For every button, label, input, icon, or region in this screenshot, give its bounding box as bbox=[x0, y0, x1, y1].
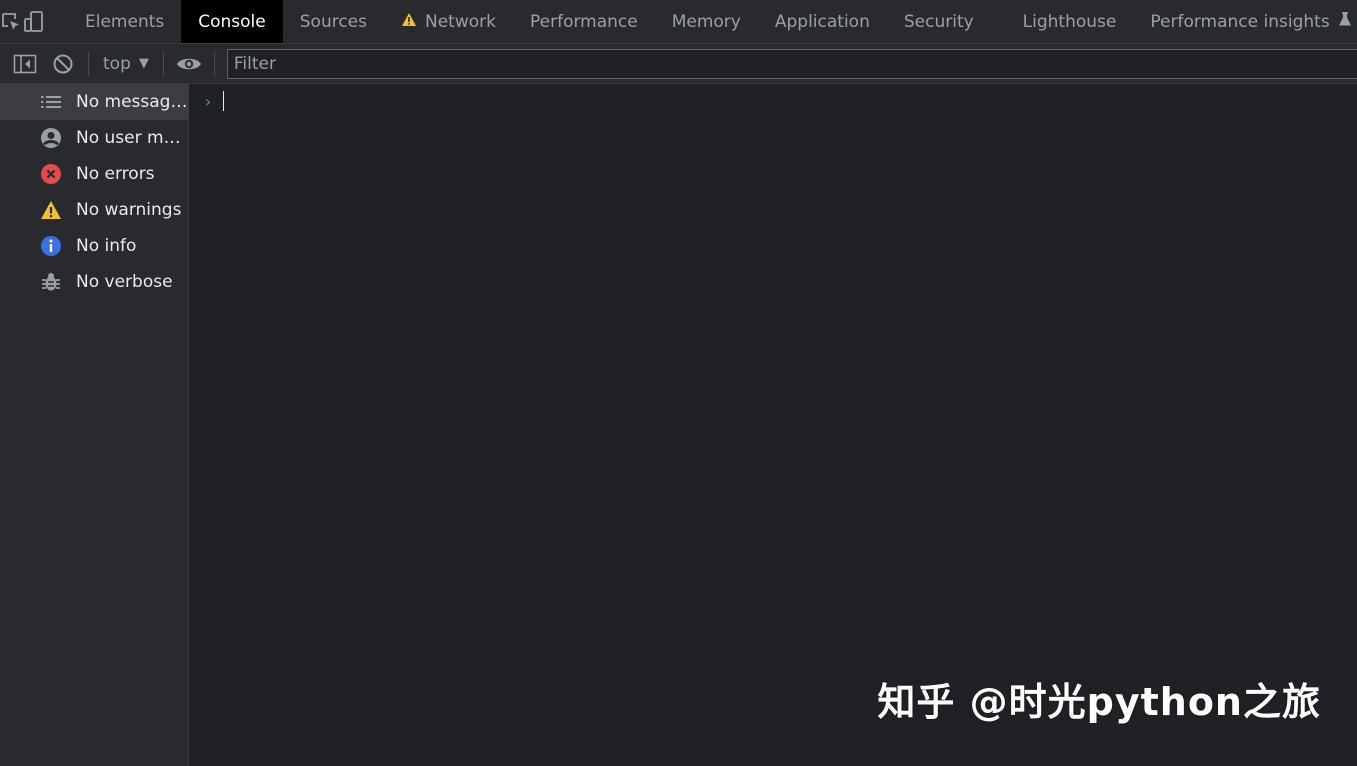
sidebar-item-errors[interactable]: No errors bbox=[0, 156, 188, 192]
user-icon bbox=[40, 127, 62, 149]
error-icon bbox=[40, 163, 62, 185]
console-panel[interactable]: › bbox=[189, 84, 1357, 766]
tab-performance[interactable]: Performance bbox=[513, 0, 655, 43]
tab-label: Performance insights bbox=[1150, 11, 1330, 32]
devtools-tab-bar: Elements Console Sources Network Perform… bbox=[0, 0, 1357, 44]
context-selector[interactable]: top ▼ bbox=[95, 44, 157, 84]
caret-down-icon: ▼ bbox=[138, 56, 149, 71]
sidebar-item-verbose[interactable]: No verbose bbox=[0, 264, 188, 300]
context-label: top bbox=[103, 53, 131, 74]
sidebar-item-label: No warnings bbox=[76, 200, 182, 220]
tab-memory[interactable]: Memory bbox=[655, 0, 758, 43]
warning-icon bbox=[40, 199, 62, 221]
watermark: 知乎 @时光python之旅 bbox=[877, 680, 1321, 724]
sidebar-toggle-icon[interactable] bbox=[6, 44, 44, 84]
sidebar-item-label: No info bbox=[76, 236, 137, 256]
console-sidebar: No messages No user me... No errors No w… bbox=[0, 84, 189, 766]
tab-sources[interactable]: Sources bbox=[283, 0, 384, 43]
sidebar-item-label: No errors bbox=[76, 164, 155, 184]
console-prompt[interactable]: › bbox=[203, 90, 224, 112]
inspect-element-icon[interactable] bbox=[0, 0, 22, 43]
warning-icon bbox=[401, 12, 417, 32]
tab-application[interactable]: Application bbox=[758, 0, 887, 43]
eye-icon[interactable] bbox=[170, 44, 208, 84]
sidebar-item-user-messages[interactable]: No user me... bbox=[0, 120, 188, 156]
text-cursor bbox=[222, 91, 224, 111]
toolbar-divider bbox=[162, 51, 164, 76]
device-toolbar-icon[interactable] bbox=[22, 0, 46, 43]
tab-lighthouse[interactable]: Lighthouse bbox=[1006, 0, 1134, 43]
filter-input[interactable] bbox=[226, 48, 1357, 79]
bug-icon bbox=[40, 271, 62, 293]
tab-network[interactable]: Network bbox=[384, 0, 513, 43]
prompt-chevron-icon: › bbox=[203, 91, 213, 111]
tab-elements[interactable]: Elements bbox=[68, 0, 181, 43]
tab-label: Performance bbox=[529, 11, 638, 32]
sidebar-item-messages[interactable]: No messages bbox=[0, 84, 188, 120]
tab-label: Console bbox=[198, 11, 266, 32]
tab-label: Sources bbox=[299, 11, 367, 32]
sidebar-item-info[interactable]: No info bbox=[0, 228, 188, 264]
tab-label: Memory bbox=[671, 11, 741, 32]
toolbar-divider bbox=[88, 51, 89, 76]
tab-label: Lighthouse bbox=[1022, 11, 1117, 32]
toolbar-divider bbox=[213, 51, 215, 76]
tab-label: Network bbox=[425, 11, 496, 32]
tab-label: Application bbox=[774, 11, 870, 32]
list-icon bbox=[40, 91, 62, 113]
tab-label: Elements bbox=[85, 11, 165, 32]
sidebar-item-label: No verbose bbox=[76, 272, 173, 292]
console-toolbar: top ▼ bbox=[0, 44, 1357, 84]
sidebar-item-warnings[interactable]: No warnings bbox=[0, 192, 188, 228]
info-icon bbox=[40, 235, 62, 257]
tab-label: Security bbox=[903, 11, 974, 32]
sidebar-item-label: No user me... bbox=[76, 128, 188, 148]
clear-console-icon[interactable] bbox=[44, 44, 82, 84]
tab-performance-insights[interactable]: Performance insights bbox=[1133, 0, 1357, 43]
sidebar-item-label: No messages bbox=[76, 92, 188, 112]
tab-security[interactable]: Security bbox=[887, 0, 1006, 43]
tab-console[interactable]: Console bbox=[181, 0, 283, 43]
flask-icon bbox=[1338, 11, 1352, 32]
